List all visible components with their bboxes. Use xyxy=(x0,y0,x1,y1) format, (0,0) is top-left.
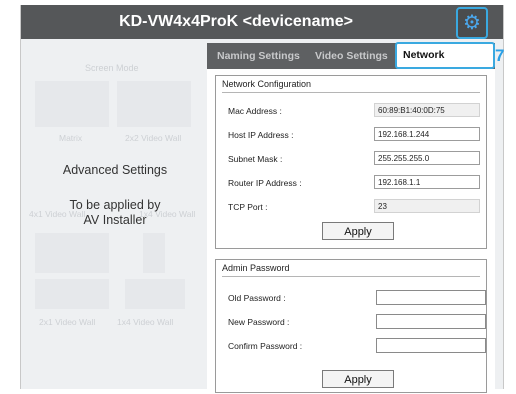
settings-button[interactable]: ⚙ xyxy=(456,7,488,39)
applied-by-line2: AV Installer xyxy=(83,213,147,227)
new-password-input[interactable] xyxy=(376,314,486,329)
mode-tile-1x4[interactable] xyxy=(143,233,165,273)
network-apply-button[interactable]: Apply xyxy=(322,222,394,240)
mode-tile-4x1[interactable] xyxy=(35,233,109,273)
divider xyxy=(222,276,480,277)
screen-mode-label: Screen Mode xyxy=(85,63,139,73)
mac-address-value: 60:89:B1:40:0D:75 xyxy=(374,103,480,117)
applied-by-line1: To be applied by xyxy=(69,198,161,212)
router-ip-label: Router IP Address : xyxy=(228,178,302,188)
mode-label: 2x2 Video Wall xyxy=(125,133,182,143)
annotation-number: 7 xyxy=(495,46,505,65)
router-ip-input[interactable]: 192.168.1.1 xyxy=(374,175,480,189)
screen-mode-panel: Screen Mode Matrix 2x2 Video Wall Advanc… xyxy=(21,39,209,389)
network-configuration-legend: Network Configuration xyxy=(222,79,312,89)
mac-address-label: Mac Address : xyxy=(228,106,282,116)
divider xyxy=(222,92,480,93)
confirm-password-input[interactable] xyxy=(376,338,486,353)
tab-naming-settings[interactable]: Naming Settings xyxy=(217,43,300,69)
network-configuration-group: Network Configuration Mac Address : 60:8… xyxy=(215,75,487,249)
host-ip-label: Host IP Address : xyxy=(228,130,294,140)
mode-label: Matrix xyxy=(59,133,83,143)
settings-tab-bar: Naming Settings Video Settings Network S… xyxy=(207,42,495,84)
network-settings-panel: Network Configuration Mac Address : 60:8… xyxy=(207,69,495,394)
subnet-mask-input[interactable]: 255.255.255.0 xyxy=(374,151,480,165)
mode-tile-matrix[interactable] xyxy=(35,81,109,127)
tab-network-settings[interactable]: Network Settings xyxy=(395,42,495,84)
mode-tile-2x2[interactable] xyxy=(117,81,191,127)
confirm-password-label: Confirm Password : xyxy=(228,341,303,351)
admin-password-group: Admin Password Old Password : New Passwo… xyxy=(215,259,487,393)
old-password-label: Old Password : xyxy=(228,293,286,303)
mode-tile-1x4b[interactable] xyxy=(125,279,185,309)
admin-password-legend: Admin Password xyxy=(222,263,290,273)
tcp-port-label: TCP Port : xyxy=(228,202,268,212)
mode-tile-2x1[interactable] xyxy=(35,279,109,309)
new-password-label: New Password : xyxy=(228,317,290,327)
title-bar: KD-VW4x4ProK <devicename> ⚙ xyxy=(21,5,503,39)
subnet-mask-label: Subnet Mask : xyxy=(228,154,283,164)
old-password-input[interactable] xyxy=(376,290,486,305)
tcp-port-value: 23 xyxy=(374,199,480,213)
mode-label: 2x1 Video Wall xyxy=(39,317,96,327)
tab-video-settings[interactable]: Video Settings xyxy=(315,43,388,69)
advanced-settings-label: Advanced Settings xyxy=(62,163,168,177)
app-window: KD-VW4x4ProK <devicename> ⚙ Screen Mode … xyxy=(20,5,505,394)
host-ip-input[interactable]: 192.168.1.244 xyxy=(374,127,480,141)
gear-icon: ⚙ xyxy=(463,12,481,34)
device-title: KD-VW4x4ProK <devicename> xyxy=(119,13,353,30)
mode-label: 1x4 Video Wall xyxy=(117,317,174,327)
password-apply-button[interactable]: Apply xyxy=(322,370,394,388)
